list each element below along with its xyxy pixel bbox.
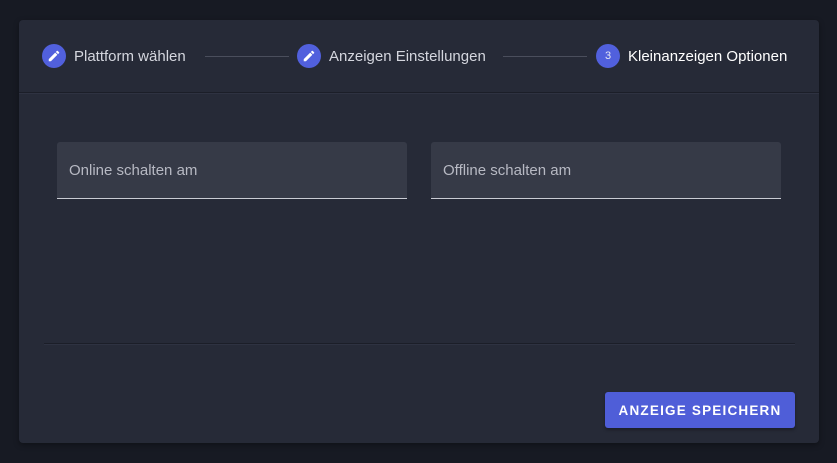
step-connector — [503, 56, 587, 57]
step-label: Plattform wählen — [74, 47, 186, 65]
pencil-icon — [297, 44, 321, 68]
step-platform[interactable]: Plattform wählen — [42, 44, 186, 68]
save-ad-button[interactable]: ANZEIGE SPEICHERN — [605, 392, 795, 428]
step-classified-options[interactable]: 3 Kleinanzeigen Optionen — [596, 44, 787, 68]
step-label: Anzeigen Einstellungen — [329, 47, 486, 65]
stepper: Plattform wählen Anzeigen Einstellungen … — [19, 20, 819, 93]
offline-date-field[interactable] — [431, 142, 781, 199]
online-date-field[interactable] — [57, 142, 407, 199]
ad-settings-card: Plattform wählen Anzeigen Einstellungen … — [19, 20, 819, 443]
online-date-input[interactable] — [57, 142, 407, 198]
divider — [44, 343, 795, 344]
step-connector — [205, 56, 289, 57]
pencil-icon — [42, 44, 66, 68]
step-number-badge: 3 — [596, 44, 620, 68]
step-ad-settings[interactable]: Anzeigen Einstellungen — [297, 44, 486, 68]
step-label: Kleinanzeigen Optionen — [628, 47, 788, 65]
offline-date-input[interactable] — [431, 142, 781, 198]
